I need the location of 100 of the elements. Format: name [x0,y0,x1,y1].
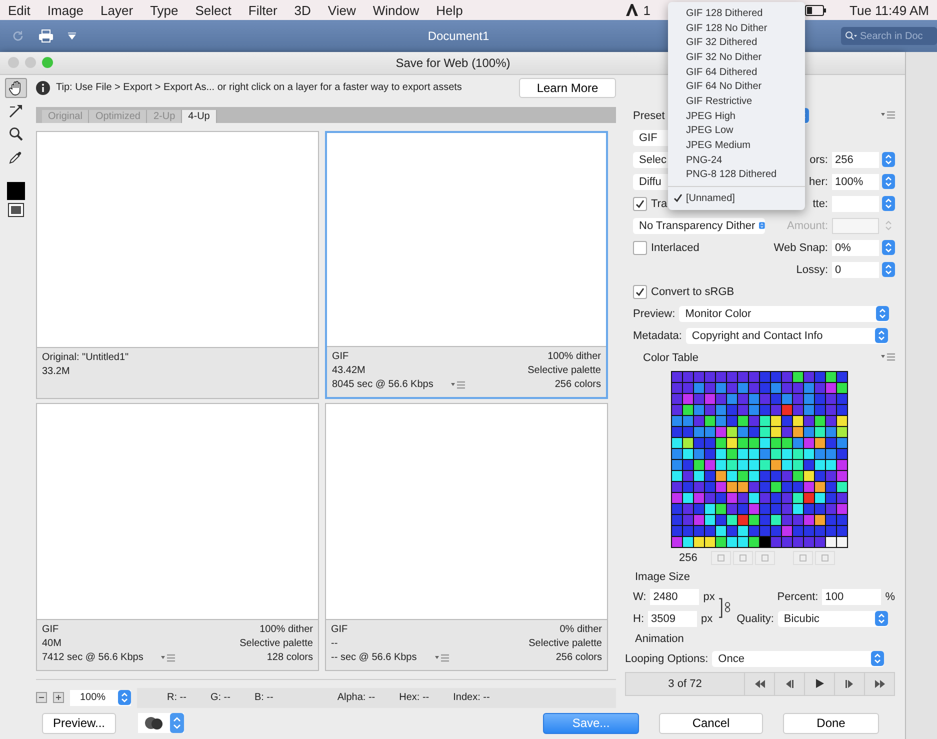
previous-frame-icon[interactable] [785,680,794,688]
menu-item[interactable]: PNG-8 128 Dithered [668,168,805,182]
color-swatch[interactable] [716,416,726,426]
color-swatch[interactable] [749,404,759,415]
color-swatch[interactable] [793,492,803,503]
color-swatch[interactable] [705,482,715,492]
stepper-icon[interactable] [882,152,895,168]
color-swatch[interactable] [694,536,704,547]
color-swatch[interactable] [683,394,693,404]
color-swatch[interactable] [771,416,781,426]
menu-item[interactable]: GIF Restrictive [668,94,805,109]
color-swatch[interactable] [727,492,737,503]
color-swatch[interactable] [782,460,792,470]
color-swatch[interactable] [815,492,825,503]
preview-dropdown[interactable]: Monitor Color [679,306,890,322]
color-swatch[interactable] [793,394,803,404]
menu-item[interactable]: GIF 32 No Dither [668,50,805,65]
color-swatch[interactable] [771,460,781,470]
color-swatch[interactable] [804,492,814,503]
menu-item[interactable]: Edit [8,2,30,18]
menu-item[interactable]: GIF 64 Dithered [668,64,805,80]
color-swatch[interactable] [694,426,704,437]
color-swatch[interactable] [716,482,726,492]
browser-icon[interactable] [144,716,164,730]
color-swatch[interactable] [782,470,792,481]
panel-menu-icon[interactable] [451,380,466,389]
color-swatch[interactable] [826,526,836,536]
color-swatch[interactable] [815,526,825,536]
color-swatch[interactable] [793,470,803,481]
color-swatch[interactable] [749,382,759,393]
color-swatch[interactable] [705,382,715,393]
checkbox[interactable] [633,284,647,299]
color-swatch[interactable] [815,382,825,393]
color-swatch[interactable] [672,372,682,382]
zoom-level-dropdown[interactable]: 100% [70,690,131,706]
color-swatch[interactable] [815,404,825,415]
color-swatch[interactable] [826,470,836,481]
color-swatch[interactable] [683,470,693,481]
color-swatch[interactable] [793,482,803,492]
color-swatch[interactable] [738,448,748,459]
color-swatch[interactable] [738,470,748,481]
color-swatch[interactable] [793,426,803,437]
menu-item[interactable]: JPEG Low [668,124,805,138]
menu-item[interactable]: Help [436,2,463,18]
color-swatch[interactable] [738,382,748,393]
color-swatch[interactable] [826,426,836,437]
color-swatch[interactable] [683,504,693,514]
color-swatch[interactable] [804,460,814,470]
stepper-icon[interactable] [118,690,131,706]
color-swatch[interactable] [837,416,847,426]
color-swatch[interactable] [694,514,704,525]
color-swatch[interactable] [672,492,682,503]
color-swatch[interactable] [760,394,770,404]
color-swatch[interactable] [793,448,803,459]
panel-menu-icon[interactable] [161,654,176,662]
color-swatch[interactable] [837,404,847,415]
color-swatch[interactable] [804,448,814,459]
color-swatch[interactable] [727,426,737,437]
color-swatch[interactable] [782,514,792,525]
zoom-out-icon[interactable] [36,692,47,704]
color-swatch[interactable] [672,536,682,547]
color-swatch[interactable] [738,416,748,426]
preview-pane[interactable]: GIF 100% dither 43.42M Selective palette 8045 sec @ 56.6 Kbps 256 colors [325,130,608,399]
color-swatch[interactable] [815,514,825,525]
color-swatch[interactable] [837,526,847,536]
color-swatch[interactable] [749,492,759,503]
color-swatch[interactable] [694,438,704,448]
color-swatch[interactable] [672,394,682,404]
color-swatch[interactable] [705,536,715,547]
color-swatch[interactable] [793,504,803,514]
color-swatch[interactable] [793,526,803,536]
color-swatch[interactable] [683,514,693,525]
menu-item[interactable]: GIF 128 No Dither [668,20,805,36]
color-swatch[interactable] [672,470,682,481]
color-swatch[interactable] [727,526,737,536]
color-swatch[interactable] [738,460,748,470]
menu-item[interactable]: Layer [100,2,134,18]
color-swatch[interactable] [705,492,715,503]
color-swatch[interactable] [749,426,759,437]
stepper-icon[interactable] [882,196,895,212]
color-swatch[interactable] [771,426,781,437]
color-swatch[interactable] [683,382,693,393]
color-swatch[interactable] [837,438,847,448]
color-swatch[interactable] [672,448,682,459]
menu-item[interactable]: GIF 64 No Dither [668,79,805,94]
color-swatch[interactable] [727,482,737,492]
color-swatch[interactable] [771,404,781,415]
color-swatch[interactable] [815,448,825,459]
color-swatch[interactable] [826,382,836,393]
color-swatch[interactable] [672,504,682,514]
color-swatch[interactable] [672,438,682,448]
color-swatch[interactable] [683,460,693,470]
menu-item[interactable]: Window [372,2,420,18]
color-swatch[interactable] [837,470,847,481]
preview-pane[interactable]: GIF 0% dither -- Selective palette -- sec @ 56.6 Kbps 256 colors [325,402,608,671]
color-swatch[interactable] [760,448,770,459]
color-swatch[interactable] [738,394,748,404]
percent-field[interactable]: 100 [822,588,882,605]
checkbox-label[interactable]: Tra [651,198,668,210]
stepper-icon[interactable] [871,651,884,666]
